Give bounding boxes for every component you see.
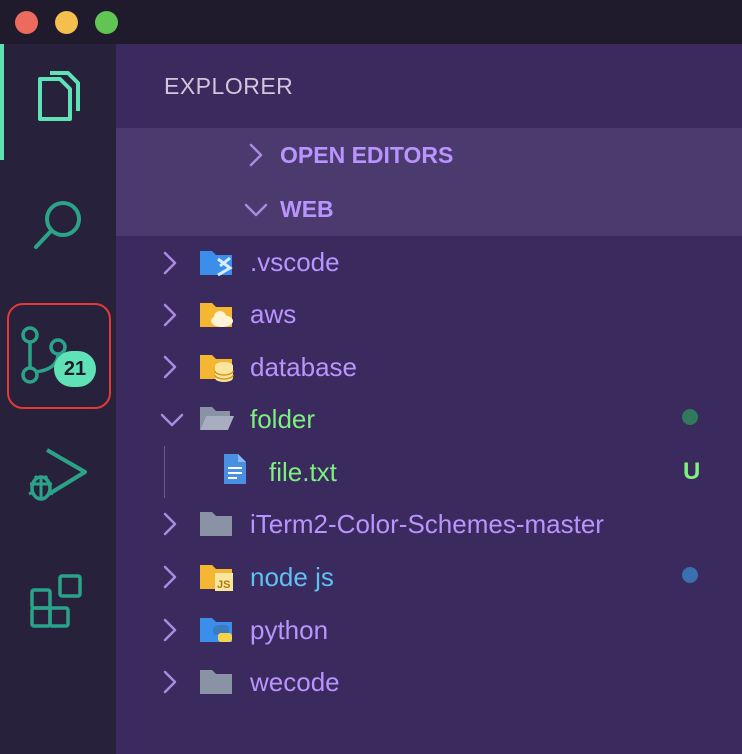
tree-item-label: file.txt [269,457,337,487]
tree-item-label: python [250,615,329,645]
title-bar [0,0,742,44]
chevron-down-icon [244,203,268,217]
tree-item-label: database [250,352,357,382]
explorer-title: EXPLORER [164,73,294,99]
chevron-right-icon [163,670,177,694]
explorer-activity-item[interactable] [0,44,116,154]
modified-dot [682,567,698,583]
minimize-window-button[interactable] [55,11,78,34]
source-control-activity-item[interactable] [0,300,116,410]
run-debug-icon [28,448,87,501]
chevron-right-icon [163,303,177,327]
database-folder-icon [200,355,234,382]
run-debug-activity-item[interactable] [0,420,116,530]
chevron-right-icon [163,512,177,536]
open-folder-icon [200,407,234,430]
chevron-right-icon [163,355,177,379]
search-icon [34,201,81,249]
tree-item-label: aws [250,299,297,329]
open-editors-label: OPEN EDITORS [280,141,454,168]
tree-item-label: folder [250,404,316,434]
tree-item-file-txt[interactable] [116,444,742,496]
folder-icon [200,670,232,694]
folder-icon [200,512,232,536]
python-folder-icon [200,618,232,642]
tree-item-label: iTerm2-Color-Schemes-master [250,509,604,539]
chevron-right-icon [163,565,177,589]
search-activity-item[interactable] [0,170,116,280]
tree-item-label: .vscode [250,247,340,277]
extensions-activity-item[interactable] [0,545,116,655]
untracked-status: U [683,458,701,485]
tree-item-label: node js [250,562,334,592]
close-window-button[interactable] [15,11,38,34]
chevron-down-icon [160,413,184,427]
modified-dot [682,409,698,425]
extensions-icon [30,574,82,628]
vscode-window: 21 EXPLORER OPEN EDITORS WEB .vscode aws… [0,0,742,754]
source-control-badge: 21 [54,351,96,387]
workspace-section[interactable]: WEB [116,182,742,236]
chevron-right-icon [163,251,177,275]
text-file-icon [224,454,246,484]
workspace-label: WEB [280,195,334,222]
open-editors-section[interactable]: OPEN EDITORS [116,128,742,182]
zoom-window-button[interactable] [95,11,118,34]
vscode-folder-icon [200,251,233,277]
chevron-right-icon [163,618,177,642]
svg-text:JS: JS [217,579,230,591]
chevron-right-icon [249,143,263,167]
nodejs-folder-icon: JS [200,565,233,591]
tree-item-label: wecode [250,667,340,697]
files-icon [38,71,80,121]
aws-folder-icon [200,303,233,327]
